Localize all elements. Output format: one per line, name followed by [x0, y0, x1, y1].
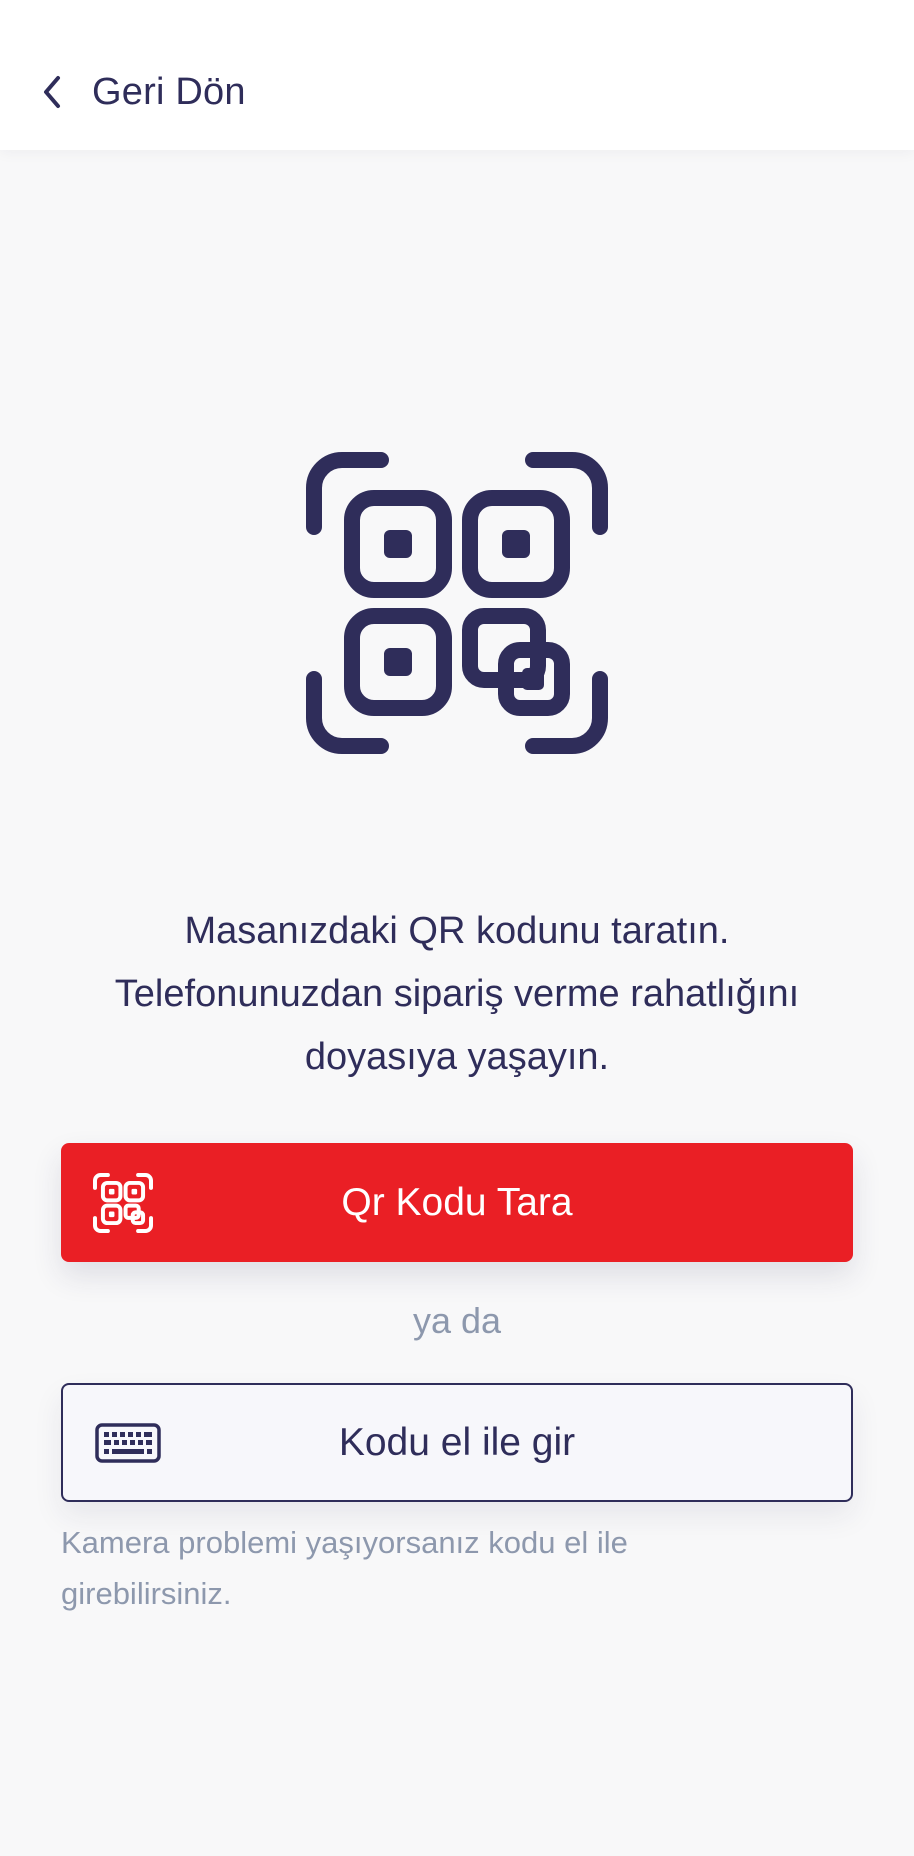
back-button[interactable]: Geri Dön: [40, 62, 246, 122]
top-bar: Geri Dön: [0, 0, 914, 150]
camera-problem-hint: Kamera problemi yaşıyorsanız kodu el ile…: [61, 1525, 628, 1611]
instruction-line-1: Masanızdaki QR kodunu taratın.: [184, 910, 730, 952]
enter-code-manually-label: Kodu el ile gir: [338, 1420, 576, 1464]
instruction-line-2: Telefonunuzdan sipariş verme rahatlığını: [114, 973, 800, 1015]
scan-qr-button[interactable]: Qr Kodu Tara: [61, 1143, 853, 1262]
chevron-left-icon: [40, 74, 64, 110]
back-label: Geri Dön: [92, 70, 246, 113]
instruction-text: Masanızdaki QR kodunu taratın. Telefonun…: [40, 900, 874, 1089]
or-separator: ya da: [412, 1300, 502, 1341]
instruction-line-3: doyasıya yaşayın.: [304, 1036, 610, 1078]
scan-qr-label: Qr Kodu Tara: [341, 1180, 573, 1224]
enter-code-manually-button[interactable]: Kodu el ile gir: [61, 1383, 853, 1502]
qr-code-scan-icon: [306, 452, 608, 754]
